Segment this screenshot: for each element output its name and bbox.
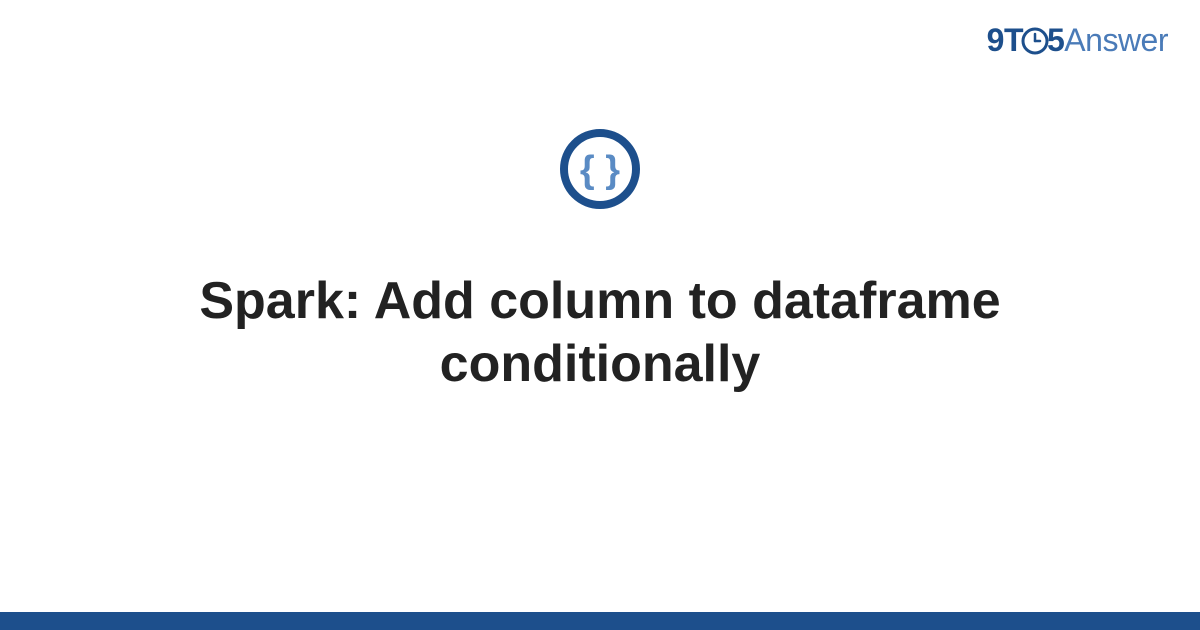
clock-icon (1021, 27, 1049, 55)
logo-text-5: 5 (1047, 22, 1064, 58)
svg-text:{ }: { } (580, 149, 620, 191)
bottom-accent-bar (0, 612, 1200, 630)
logo-text-9t: 9T (987, 22, 1023, 58)
site-logo: 9T 5Answer (987, 22, 1168, 59)
logo-text-answer: Answer (1064, 22, 1168, 58)
page-title: Spark: Add column to dataframe condition… (100, 270, 1100, 397)
main-content: { } Spark: Add column to dataframe condi… (0, 128, 1200, 397)
code-braces-icon: { } (559, 128, 641, 210)
